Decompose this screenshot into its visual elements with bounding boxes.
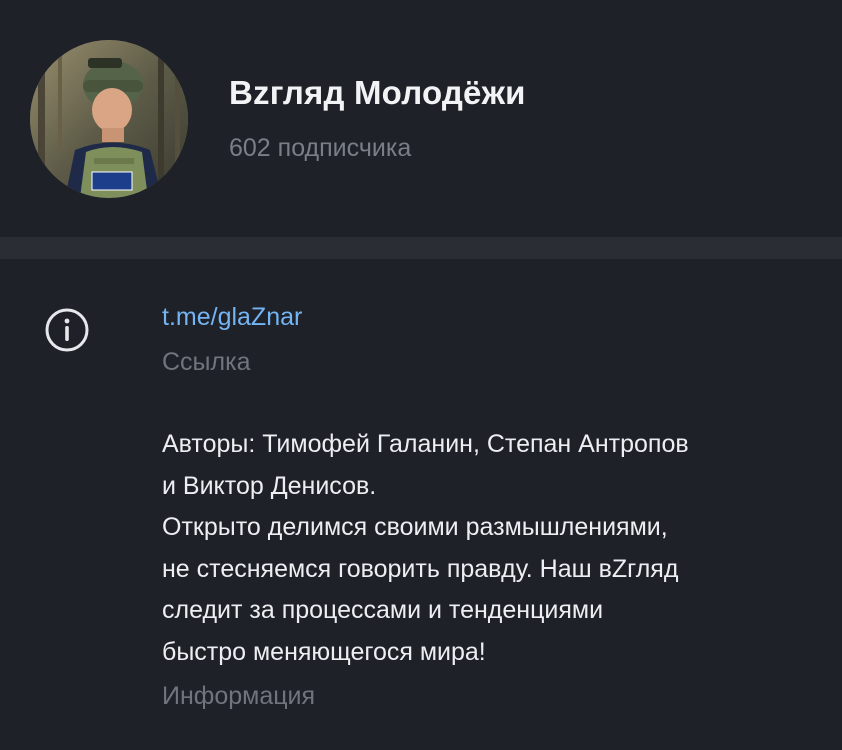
description-line: и Виктор Денисов. xyxy=(162,471,377,500)
description-line: Авторы: Тимофей Галанин, Степан Антропов xyxy=(162,430,689,458)
channel-description: Авторы: Тимофей Галанин, Степан Антропов… xyxy=(162,424,822,673)
info-icon xyxy=(45,308,89,352)
description-line: быстро меняющегося мира! xyxy=(162,637,486,666)
description-line: следит за процессами и тенденциями xyxy=(162,596,604,624)
channel-avatar[interactable] xyxy=(30,40,188,198)
description-line: не стесняемся говорить правду. Наш вZгля… xyxy=(162,554,679,583)
channel-link[interactable]: t.me/glaZnar xyxy=(162,303,302,332)
channel-title: Вzгляд Молодёжи xyxy=(229,74,526,111)
link-caption: Ссылка xyxy=(162,348,251,376)
description-line: Открыто делимся своими размышлениями, xyxy=(162,513,668,541)
channel-header: Вzгляд Молодёжи 602 подписчика xyxy=(0,0,842,237)
description-caption: Информация xyxy=(162,682,316,710)
section-divider xyxy=(0,237,842,259)
avatar-photo xyxy=(30,40,188,198)
subscriber-count: 602 подписчика xyxy=(229,134,412,162)
